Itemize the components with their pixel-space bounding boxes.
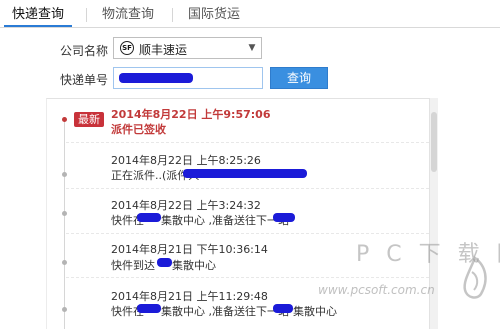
express-query-window: 快递查询 物流查询 国际货运 公司名称 SF 顺丰速运 ▼ 快递单号 查询 最新… xyxy=(0,0,500,329)
entry-status: 派件已签收 xyxy=(111,123,166,136)
entry-time: 2014年8月21日 上午11:29:48 xyxy=(111,290,268,303)
company-select-value: 顺丰速运 xyxy=(139,43,188,57)
tracking-label: 快递单号 xyxy=(60,73,109,87)
timeline-dot xyxy=(62,307,67,312)
entry-time: 2014年8月21日 下午10:36:14 xyxy=(111,243,268,256)
company-select[interactable]: SF 顺丰速运 ▼ xyxy=(113,37,262,59)
scrollbar-thumb[interactable] xyxy=(431,112,437,172)
sf-logo-icon: SF xyxy=(120,41,134,55)
latest-badge: 最新 xyxy=(74,112,104,127)
timeline-dot-latest xyxy=(62,117,67,122)
entry-time: 2014年8月22日 上午8:25:26 xyxy=(111,154,261,167)
redacted-location xyxy=(137,213,161,222)
tab-international-freight[interactable]: 国际货运 xyxy=(180,4,248,26)
tracking-number-input[interactable] xyxy=(113,67,263,89)
timeline-dot xyxy=(62,211,67,216)
tab-bar: 快递查询 物流查询 国际货运 xyxy=(0,0,500,28)
watermark-url: www.pcsoft.com.cn xyxy=(318,283,435,297)
query-button[interactable]: 查询 xyxy=(270,67,328,89)
tab-separator xyxy=(172,8,173,22)
redacted-next-stop xyxy=(273,304,293,313)
entry-time: 2014年8月22日 上午3:24:32 xyxy=(111,199,261,212)
entry-divider xyxy=(66,142,429,144)
tab-separator xyxy=(86,8,87,22)
entry-status-detail: 集散中心 ,准备送往下一站 xyxy=(161,214,289,227)
entry-status-detail: 集散中心 xyxy=(172,259,216,272)
redacted-location xyxy=(137,304,161,313)
timeline-dot xyxy=(62,172,67,177)
entry-divider xyxy=(66,188,429,190)
entry-status-suffix: 集散中心 xyxy=(293,305,337,318)
entry-divider xyxy=(66,277,429,279)
watermark-logo-icon xyxy=(463,256,487,299)
redacted-tracking-number xyxy=(119,73,193,83)
redacted-courier-info xyxy=(183,169,307,178)
tab-express-query[interactable]: 快递查询 xyxy=(4,4,73,27)
entry-status-prefix: 快件到达 xyxy=(111,259,155,272)
redacted-next-stop xyxy=(273,213,295,222)
timeline-line xyxy=(64,118,65,329)
entry-time: 2014年8月22日 上午9:57:06 xyxy=(111,108,271,121)
chevron-down-icon[interactable]: ▼ xyxy=(243,38,261,58)
entry-divider xyxy=(66,233,429,235)
entry-status-detail: 集散中心 ,准备送往下一站 xyxy=(161,305,289,318)
redacted-location xyxy=(157,258,172,267)
company-label: 公司名称 xyxy=(60,44,109,58)
tab-logistics-query[interactable]: 物流查询 xyxy=(94,4,162,26)
timeline-dot xyxy=(62,260,67,265)
